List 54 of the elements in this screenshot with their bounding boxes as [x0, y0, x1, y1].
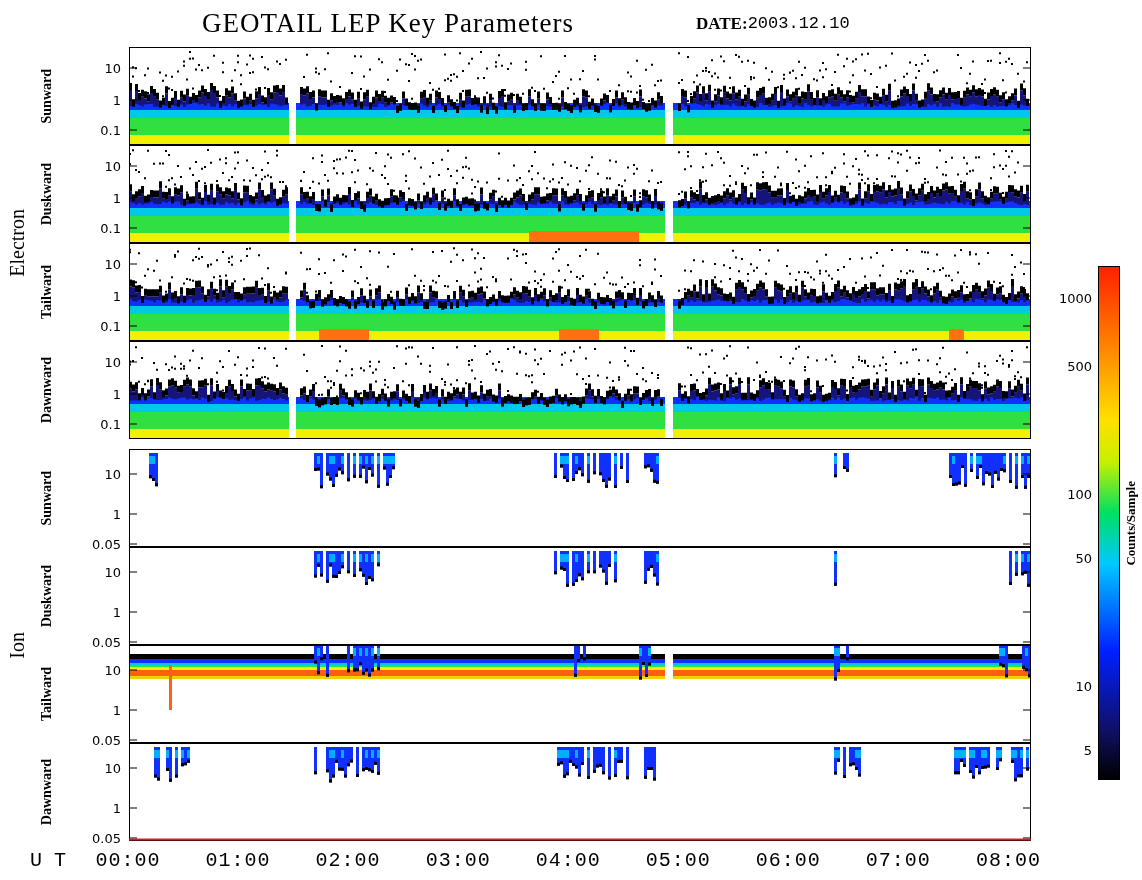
panel-label: Tailward: [39, 265, 55, 319]
colorbar-tick-label: 50: [1075, 550, 1092, 566]
y-tick-label: 10: [104, 354, 121, 370]
group-label: Ion: [5, 631, 29, 659]
y-tick-label: 0.05: [92, 732, 121, 748]
x-axis-label: U T: [29, 848, 67, 872]
y-tick-label: 10: [104, 256, 121, 272]
y-tick-label: 10: [104, 564, 121, 580]
colorbar-tick-label: 500: [1067, 358, 1092, 374]
x-tick-label: 05:00: [645, 848, 710, 872]
x-tick-label: 02:00: [315, 848, 380, 872]
y-tick-label: 1: [112, 190, 121, 206]
y-tick-label: 0.1: [100, 220, 121, 236]
panel-label: Tailward: [39, 667, 55, 721]
y-tick-label: 0.05: [92, 830, 121, 846]
y-tick-label: 0.05: [92, 536, 121, 552]
y-tick-label: 1: [112, 386, 121, 402]
x-tick-label: 01:00: [205, 848, 270, 872]
colorbar-tick-label: 5: [1083, 742, 1092, 758]
colorbar-tick-label: 100: [1067, 486, 1092, 502]
y-tick-label: 0.1: [100, 318, 121, 334]
colorbar-label: Counts/Sample: [1123, 480, 1139, 566]
x-tick-label: 00:00: [95, 848, 160, 872]
y-tick-label: 0.1: [100, 122, 121, 138]
y-tick-label: 10: [104, 662, 121, 678]
y-tick-label: 1: [112, 506, 121, 522]
y-tick-label: 10: [104, 760, 121, 776]
panel-label: Sunward: [39, 470, 55, 526]
panel-label: Dawnward: [39, 356, 55, 424]
group-label: Electron: [5, 209, 29, 277]
y-tick-label: 1: [112, 702, 121, 718]
colorbar-tick-label: 10: [1075, 678, 1092, 694]
y-tick-label: 0.1: [100, 416, 121, 432]
colorbar-tick-label: 1000: [1058, 290, 1092, 306]
panel-label: Dawnward: [39, 758, 55, 826]
x-tick-label: 06:00: [755, 848, 820, 872]
y-tick-label: 10: [104, 466, 121, 482]
y-tick-label: 1: [112, 800, 121, 816]
chart-title: GEOTAIL LEP Key Parameters: [202, 8, 574, 39]
date-value: 2003.12.10: [747, 14, 850, 33]
y-tick-label: 10: [104, 158, 121, 174]
y-tick-label: 1: [112, 288, 121, 304]
date-label: DATE:: [696, 13, 748, 34]
panel-label: Duskward: [39, 162, 55, 226]
x-tick-label: 04:00: [535, 848, 600, 872]
y-tick-label: 1: [112, 92, 121, 108]
x-tick-label: 07:00: [865, 848, 930, 872]
panel-label: Duskward: [39, 564, 55, 628]
y-tick-label: 1: [112, 604, 121, 620]
panel-label: Sunward: [39, 68, 55, 124]
y-tick-label: 10: [104, 60, 121, 76]
x-tick-label: 03:00: [425, 848, 490, 872]
x-tick-label: 08:00: [975, 848, 1040, 872]
y-tick-label: 0.05: [92, 634, 121, 650]
